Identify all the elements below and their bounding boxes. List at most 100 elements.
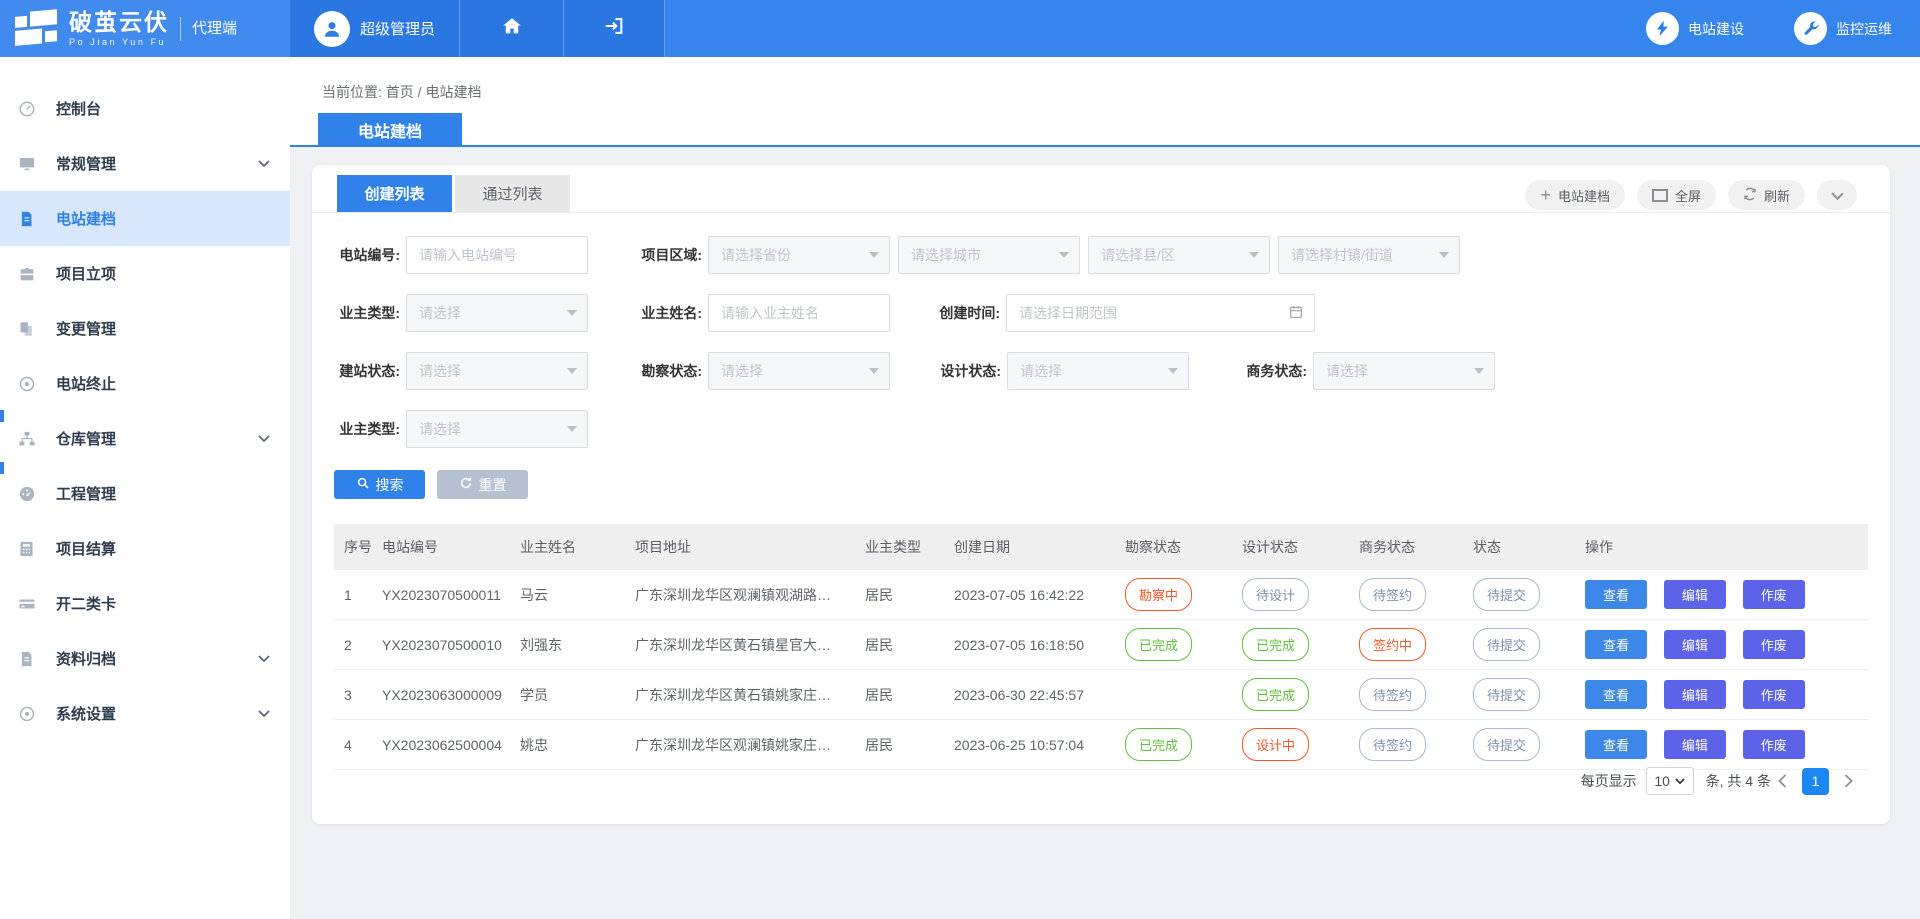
sidebar-item-label: 系统设置 xyxy=(56,703,116,724)
logo-icon xyxy=(14,9,60,49)
nav-station-construction-label: 电站建设 xyxy=(1688,19,1744,39)
void-button[interactable]: 作废 xyxy=(1743,580,1805,609)
filter-label: 业主类型: xyxy=(334,303,400,323)
content-card: 创建列表 通过列表 + 电站建档 全屏 刷新 xyxy=(312,165,1890,824)
sidebar-item-second-class-card[interactable]: 开二类卡 xyxy=(0,576,290,631)
filter-design-status: 设计状态: 请选择 xyxy=(935,352,1189,390)
station-code-input[interactable] xyxy=(406,236,588,274)
province-select[interactable]: 请选择省份 xyxy=(708,236,890,274)
view-button[interactable]: 查看 xyxy=(1585,730,1647,759)
user-menu[interactable]: 超级管理员 xyxy=(290,0,460,57)
breadcrumb-home-link[interactable]: 首页 xyxy=(386,84,414,100)
create-station-button[interactable]: + 电站建档 xyxy=(1525,180,1625,210)
owner-type-select-2[interactable]: 请选择 xyxy=(406,410,588,448)
status-badge: 已完成 xyxy=(1242,628,1309,661)
home-button[interactable] xyxy=(460,0,564,57)
sidebar-item-station-archive[interactable]: 电站建档 xyxy=(0,191,290,246)
col-index: 序号 xyxy=(334,524,372,570)
logo-subtitle: Po Jian Yun Fu xyxy=(69,38,169,47)
status-badge: 签约中 xyxy=(1359,628,1426,661)
card-toolbar: + 电站建档 全屏 刷新 xyxy=(1513,180,1857,210)
page-size-select[interactable]: 10 xyxy=(1646,767,1694,795)
tab-pass-list[interactable]: 通过列表 xyxy=(455,175,570,212)
owner-name-input[interactable] xyxy=(708,294,890,332)
sidebar-item-console[interactable]: 控制台 xyxy=(0,81,290,136)
col-created: 创建日期 xyxy=(944,524,1115,570)
chevron-left-icon xyxy=(1778,774,1787,788)
void-button[interactable]: 作废 xyxy=(1743,630,1805,659)
calculator-icon xyxy=(18,540,44,558)
edit-button[interactable]: 编辑 xyxy=(1664,630,1726,659)
calendar-icon xyxy=(1288,304,1304,323)
filter-owner-name: 业主姓名: xyxy=(636,294,890,332)
business-status-select[interactable]: 请选择 xyxy=(1313,352,1495,390)
sidebar-item-general-management[interactable]: 常规管理 xyxy=(0,136,290,191)
edit-button[interactable]: 编辑 xyxy=(1664,730,1726,759)
view-button[interactable]: 查看 xyxy=(1585,580,1647,609)
sidebar-item-data-archive[interactable]: 资料归档 xyxy=(0,631,290,686)
reset-button[interactable]: 重置 xyxy=(437,470,528,499)
card-icon xyxy=(18,595,44,613)
date-range-picker[interactable]: 请选择日期范围 xyxy=(1006,294,1315,332)
page-number-button[interactable]: 1 xyxy=(1802,768,1829,795)
status-badge: 待提交 xyxy=(1473,628,1540,661)
sidebar-scrollbar-mark[interactable] xyxy=(0,410,4,422)
void-button[interactable]: 作废 xyxy=(1743,730,1805,759)
chevron-right-icon xyxy=(1844,774,1853,788)
survey-status-select[interactable]: 请选择 xyxy=(708,352,890,390)
sidebar-item-station-termination[interactable]: 电站终止 xyxy=(0,356,290,411)
caret-down-icon xyxy=(1474,368,1484,374)
sidebar-item-change-management[interactable]: 变更管理 xyxy=(0,301,290,356)
view-button[interactable]: 查看 xyxy=(1585,680,1647,709)
chevron-down-icon xyxy=(258,710,270,717)
search-button[interactable]: 搜索 xyxy=(334,470,425,499)
owner-type-select[interactable]: 请选择 xyxy=(406,294,588,332)
briefcase-icon xyxy=(18,265,44,283)
sidebar-item-label: 工程管理 xyxy=(56,483,116,504)
status-badge: 已完成 xyxy=(1242,678,1309,711)
sidebar-item-warehouse-management[interactable]: 仓库管理 xyxy=(0,411,290,466)
logout-button[interactable] xyxy=(564,0,665,57)
edit-button[interactable]: 编辑 xyxy=(1664,680,1726,709)
sidebar-item-engineering-management[interactable]: 工程管理 xyxy=(0,466,290,521)
edit-button[interactable]: 编辑 xyxy=(1664,580,1726,609)
status-badge: 待提交 xyxy=(1473,728,1540,761)
design-status-select[interactable]: 请选择 xyxy=(1007,352,1189,390)
filter-label: 电站编号: xyxy=(334,245,400,265)
filter-owner-type: 业主类型: 请选择 xyxy=(334,294,588,332)
table-row: 4 YX2023062500004 姚忠 广东深圳龙华区观澜镇姚家庄… 居民 2… xyxy=(334,720,1868,770)
sidebar-item-system-settings[interactable]: 系统设置 xyxy=(0,686,290,741)
town-select[interactable]: 请选择村镇/街道 xyxy=(1278,236,1460,274)
sidebar-item-project-settlement[interactable]: 项目结算 xyxy=(0,521,290,576)
fullscreen-button[interactable]: 全屏 xyxy=(1637,180,1716,210)
breadcrumb-current: 电站建档 xyxy=(425,84,481,100)
sidebar-scrollbar-mark[interactable] xyxy=(0,462,4,474)
void-button[interactable]: 作废 xyxy=(1743,680,1805,709)
build-status-select[interactable]: 请选择 xyxy=(406,352,588,390)
monitor-icon xyxy=(18,155,44,173)
sidebar-item-label: 控制台 xyxy=(56,98,101,119)
refresh-button[interactable]: 刷新 xyxy=(1728,180,1805,210)
collapse-toolbar-button[interactable] xyxy=(1817,180,1857,210)
total-count-label: 条, 共 4 条 xyxy=(1706,771,1771,791)
prev-page-button[interactable] xyxy=(1771,774,1794,788)
caret-down-icon xyxy=(567,368,577,374)
next-page-button[interactable] xyxy=(1837,774,1860,788)
city-select[interactable]: 请选择城市 xyxy=(898,236,1080,274)
col-owner-name: 业主姓名 xyxy=(510,524,625,570)
chevron-down-icon xyxy=(258,435,270,442)
wrench-icon xyxy=(1794,12,1827,45)
page-size-label: 每页显示 xyxy=(1581,771,1637,791)
view-button[interactable]: 查看 xyxy=(1585,630,1647,659)
filter-label: 设计状态: xyxy=(935,361,1001,381)
county-select[interactable]: 请选择县/区 xyxy=(1088,236,1270,274)
page-tab[interactable]: 电站建档 xyxy=(318,113,462,147)
col-survey-status: 勘察状态 xyxy=(1115,524,1232,570)
caret-down-icon xyxy=(1059,252,1069,258)
col-station-code: 电站编号 xyxy=(372,524,510,570)
nav-station-construction[interactable]: 电站建设 xyxy=(1646,0,1744,57)
tab-create-list[interactable]: 创建列表 xyxy=(337,175,452,212)
sidebar-item-project-initiation[interactable]: 项目立项 xyxy=(0,246,290,301)
nav-monitoring-ops[interactable]: 监控运维 xyxy=(1794,0,1892,57)
filter-create-time: 创建时间: 请选择日期范围 xyxy=(934,294,1315,332)
